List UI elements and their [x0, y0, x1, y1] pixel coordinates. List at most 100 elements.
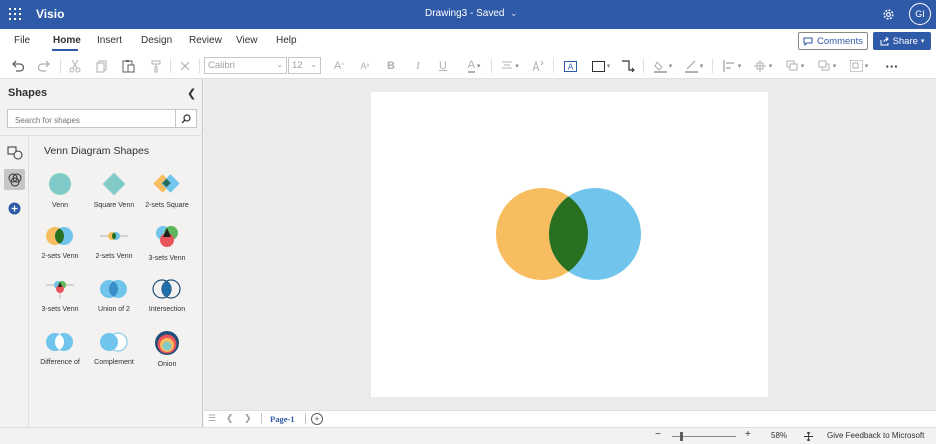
stencil-rail	[0, 136, 29, 444]
shape-label: 3-sets Venn	[148, 255, 186, 262]
shape-label: Square Venn	[93, 202, 135, 209]
app-name[interactable]: Visio	[36, 7, 64, 21]
zoom-in-button[interactable]: +	[745, 429, 751, 440]
search-icon	[181, 113, 191, 123]
align-text-button[interactable]: ▾	[498, 58, 522, 74]
format-painter-icon[interactable]	[148, 58, 164, 74]
comment-icon	[803, 37, 813, 46]
tab-page-1[interactable]: Page-1	[270, 414, 295, 424]
three-sets-venn-icon	[156, 226, 178, 247]
fit-to-window-icon[interactable]	[804, 432, 813, 441]
share-button[interactable]: Share ▾	[873, 32, 931, 50]
shape-3-sets-venn-small[interactable]: 3-sets Venn	[34, 276, 86, 322]
search-button[interactable]	[175, 110, 196, 127]
add-page-button[interactable]: +	[311, 413, 323, 425]
tab-view[interactable]: View	[236, 35, 258, 46]
bring-forward-button[interactable]: ▾	[783, 58, 807, 74]
shape-search-box	[7, 109, 197, 129]
toolbar-separator	[170, 59, 171, 73]
align-shapes-button[interactable]: ▾	[720, 58, 744, 74]
bold-button[interactable]: B	[385, 58, 397, 74]
grow-font-button[interactable]: A ^	[332, 58, 346, 74]
shape-difference-of[interactable]: Difference of	[34, 329, 86, 375]
undo-icon[interactable]	[10, 58, 26, 74]
shape-label: Onion	[157, 361, 177, 368]
drawing-canvas[interactable]	[204, 79, 936, 410]
shape-2-sets-square[interactable]: 2-sets Square	[141, 170, 193, 216]
toolbar-separator	[712, 59, 713, 73]
page-list-icon[interactable]: ☰	[208, 413, 216, 424]
venn-stencil-button[interactable]	[4, 169, 25, 190]
shape-intersection[interactable]: Intersection	[141, 276, 193, 322]
app-launcher-icon[interactable]	[9, 8, 21, 20]
redo-icon[interactable]	[36, 58, 52, 74]
shape-label: 2-sets Venn	[95, 253, 133, 260]
underline-button[interactable]: U	[437, 58, 449, 74]
shape-square-venn[interactable]: Square Venn	[88, 170, 140, 216]
tab-review[interactable]: Review	[189, 35, 222, 46]
connector-button[interactable]	[620, 58, 636, 74]
paste-icon[interactable]	[120, 58, 136, 74]
shape-onion[interactable]: Onion	[141, 329, 193, 375]
collapse-panel-icon[interactable]: ❮	[187, 87, 196, 100]
comments-button[interactable]: Comments	[798, 32, 868, 50]
text-box-button[interactable]: A	[562, 58, 578, 74]
delete-icon[interactable]	[177, 58, 193, 74]
zoom-out-button[interactable]: −	[655, 429, 661, 440]
tab-insert[interactable]: Insert	[97, 35, 122, 46]
shape-complement[interactable]: Complement	[88, 329, 140, 375]
shape-button[interactable]: ▾	[589, 58, 613, 74]
divider	[261, 413, 262, 424]
shrink-font-button[interactable]: Av	[358, 58, 372, 74]
next-page-icon[interactable]: ❯	[244, 413, 252, 424]
group-button[interactable]: ▾	[847, 58, 871, 74]
chevron-down-icon: ▾	[864, 63, 869, 70]
document-title[interactable]: Drawing3 - Saved	[425, 8, 504, 19]
svg-text:A: A	[567, 62, 573, 71]
zoom-slider-thumb[interactable]	[680, 432, 683, 441]
avatar[interactable]: GI	[909, 3, 931, 25]
more-options-button[interactable]: ···	[883, 58, 901, 74]
shape-label: Complement	[94, 359, 134, 366]
tab-help[interactable]: Help	[276, 35, 297, 46]
add-stencil-button[interactable]	[4, 198, 25, 219]
chevron-down-icon: ▾	[606, 63, 611, 70]
italic-button[interactable]: I	[412, 58, 424, 74]
font-name-select[interactable]: Calibri ⌄	[204, 57, 287, 74]
feedback-link[interactable]: Give Feedback to Microsoft	[827, 431, 924, 440]
drawing-page[interactable]	[371, 92, 768, 397]
font-color-button[interactable]: A ▾	[462, 58, 486, 74]
zoom-level[interactable]: 58%	[771, 431, 787, 440]
send-backward-button[interactable]: ▾	[815, 58, 839, 74]
group-icon	[849, 60, 863, 72]
shape-3-sets-venn[interactable]: 3-sets Venn	[141, 223, 193, 269]
shape-venn[interactable]: Venn	[34, 170, 86, 216]
font-size-select[interactable]: 12 ⌄	[288, 57, 321, 74]
position-button[interactable]: ▾	[751, 58, 775, 74]
chevron-down-icon[interactable]: ⌄	[510, 8, 518, 19]
difference-icon	[46, 333, 73, 351]
line-button[interactable]: ▾	[682, 58, 706, 74]
copy-icon[interactable]	[94, 58, 110, 74]
search-input[interactable]	[8, 112, 173, 129]
shape-2-sets-venn[interactable]: 2-sets Venn	[34, 223, 86, 269]
divider	[305, 413, 306, 424]
venn-diagram[interactable]	[371, 92, 768, 397]
chevron-down-icon: ▾	[515, 63, 519, 70]
intersection-icon	[152, 279, 181, 299]
shape-union-of-2[interactable]: Union of 2	[88, 276, 140, 322]
gear-icon[interactable]	[881, 7, 896, 22]
text-direction-button[interactable]	[530, 58, 546, 74]
tab-home[interactable]: Home	[53, 35, 81, 46]
tab-design[interactable]: Design	[141, 35, 172, 46]
fill-button[interactable]: ▾	[651, 58, 675, 74]
shape-label: Difference of	[40, 359, 80, 366]
venn-circle-icon	[49, 173, 71, 195]
tab-file[interactable]: File	[14, 35, 30, 46]
basic-shapes-stencil-button[interactable]	[4, 142, 25, 163]
previous-page-icon[interactable]: ❮	[226, 413, 234, 424]
shape-2-sets-venn-small[interactable]: 2-sets Venn	[88, 223, 140, 269]
complement-icon	[100, 332, 128, 352]
chevron-down-icon: ▾	[668, 63, 673, 70]
cut-icon[interactable]	[67, 58, 83, 74]
